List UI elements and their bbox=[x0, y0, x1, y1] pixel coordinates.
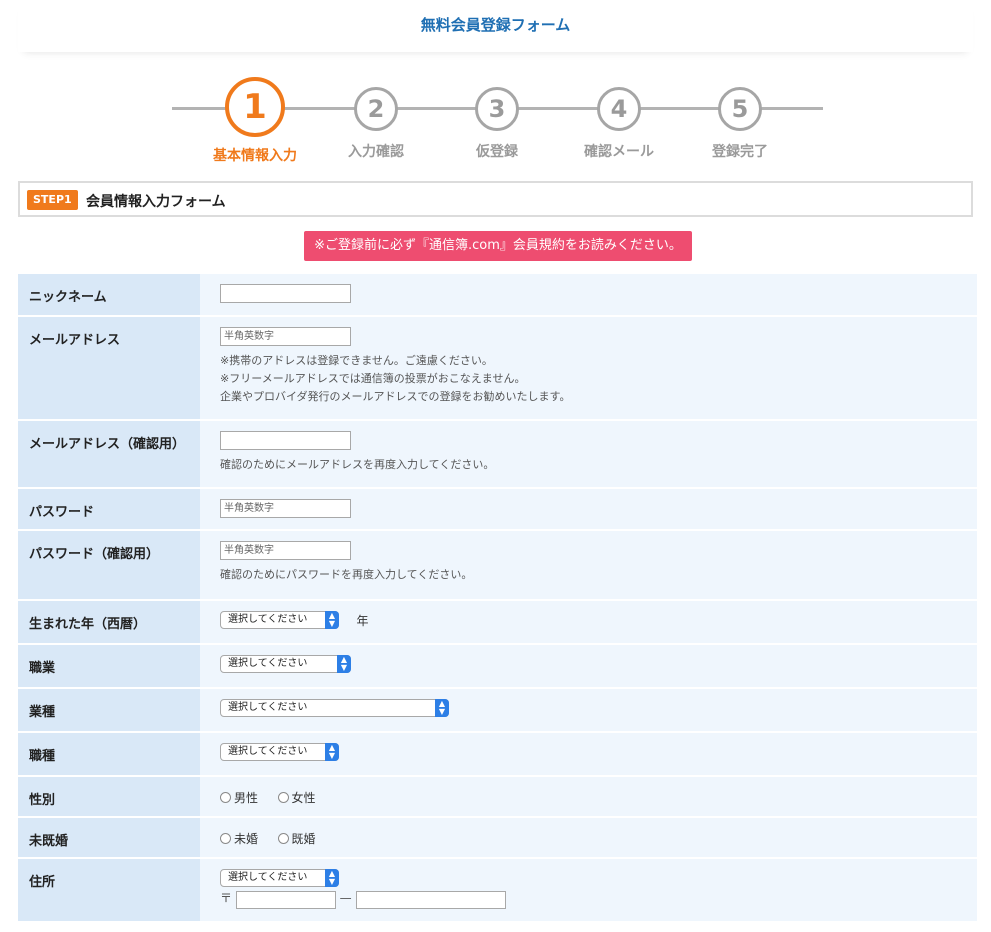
row-password: パスワード bbox=[18, 488, 977, 531]
row-email-confirm: メールアドレス（確認用） 確認のためにメールアドレスを再度入力してください。 bbox=[18, 420, 977, 489]
row-password-confirm: パスワード（確認用） 確認のためにパスワードを再度入力してください。 bbox=[18, 530, 977, 601]
job-type-select[interactable]: 選択してください ▲ ▼ bbox=[220, 743, 339, 761]
field-label: 性別 bbox=[18, 776, 200, 818]
step-number: 4 bbox=[597, 87, 641, 131]
progress-steps: 1 基本情報入力 2 入力確認 3 仮登録 4 確認メール 5 登録完了 bbox=[0, 70, 991, 170]
field-label: 業種 bbox=[18, 688, 200, 733]
select-arrows-icon: ▲ ▼ bbox=[325, 869, 339, 887]
step-number: 3 bbox=[475, 87, 519, 131]
postal-code-first-input[interactable] bbox=[235, 890, 336, 909]
marital-single-radio[interactable]: 未婚 bbox=[220, 830, 258, 847]
nickname-input[interactable] bbox=[220, 284, 351, 303]
field-label: 未既婚 bbox=[18, 817, 200, 859]
step-label: 確認メール bbox=[584, 144, 654, 160]
row-nickname: ニックネーム bbox=[18, 274, 977, 317]
field-label: ニックネーム bbox=[18, 274, 200, 317]
field-label: メールアドレス bbox=[18, 316, 200, 421]
radio-icon bbox=[220, 833, 231, 844]
form-section-title: 会員情報入力フォーム bbox=[86, 194, 226, 210]
prefecture-select[interactable]: 選択してください ▲ ▼ bbox=[220, 869, 339, 887]
year-suffix: 年 bbox=[356, 613, 369, 628]
row-gender: 性別 男性 女性 bbox=[18, 776, 977, 818]
row-email: メールアドレス ※携帯のアドレスは登録できません。ご遠慮ください。 ※フリーメー… bbox=[18, 316, 977, 421]
step-1: 1 基本情報入力 bbox=[195, 70, 315, 165]
step-5: 5 登録完了 bbox=[680, 70, 800, 161]
step-4: 4 確認メール bbox=[559, 70, 679, 161]
step-banner: STEP1 会員情報入力フォーム bbox=[18, 181, 973, 217]
password-confirm-input[interactable] bbox=[220, 541, 351, 560]
step-label: 仮登録 bbox=[476, 144, 518, 160]
field-label: 職業 bbox=[18, 644, 200, 689]
page-title: 無料会員登録フォーム bbox=[420, 16, 571, 34]
registration-form: ニックネーム メールアドレス ※携帯のアドレスは登録できません。ご遠慮ください。… bbox=[18, 274, 977, 923]
email-confirm-note: 確認のためにメールアドレスを再度入力してください。 bbox=[220, 458, 495, 471]
email-confirm-input[interactable] bbox=[220, 431, 351, 450]
email-notes: ※携帯のアドレスは登録できません。ご遠慮ください。 ※フリーメールアドレスでは通… bbox=[220, 354, 571, 403]
terms-notice-link[interactable]: ※ご登録前に必ず『通信簿.com』会員規約をお読みください。 bbox=[304, 231, 692, 261]
password-input[interactable] bbox=[220, 499, 351, 518]
field-label: 生まれた年（西暦） bbox=[18, 600, 200, 645]
radio-icon bbox=[277, 792, 289, 803]
page-header: 無料会員登録フォーム bbox=[18, 0, 973, 52]
row-address: 住所 選択してください ▲ ▼ 〒 — bbox=[18, 858, 977, 923]
row-occupation: 職業 選択してください ▲ ▼ bbox=[18, 644, 977, 689]
step-label: 基本情報入力 bbox=[213, 148, 297, 164]
occupation-select[interactable]: 選択してください ▲ ▼ bbox=[220, 655, 351, 673]
select-arrows-icon: ▲ ▼ bbox=[325, 743, 339, 761]
select-arrows-icon: ▲ ▼ bbox=[325, 611, 339, 629]
gender-male-radio[interactable]: 男性 bbox=[220, 789, 258, 806]
field-label: 住所 bbox=[18, 858, 200, 923]
radio-icon bbox=[220, 792, 231, 803]
postal-mark: 〒 bbox=[220, 891, 233, 905]
step-number: 2 bbox=[354, 87, 398, 131]
step-number: 1 bbox=[225, 77, 285, 137]
postal-code-group: 〒 — bbox=[220, 889, 977, 909]
step-2: 2 入力確認 bbox=[316, 70, 436, 161]
select-arrows-icon: ▲ ▼ bbox=[435, 699, 449, 717]
step-label: 登録完了 bbox=[712, 144, 768, 160]
field-label: パスワード（確認用） bbox=[18, 530, 200, 601]
field-label: パスワード bbox=[18, 488, 200, 531]
radio-icon bbox=[277, 833, 289, 844]
select-arrows-icon: ▲ ▼ bbox=[337, 655, 351, 673]
industry-select[interactable]: 選択してください ▲ ▼ bbox=[220, 699, 449, 717]
marital-married-radio[interactable]: 既婚 bbox=[277, 830, 316, 847]
password-confirm-note: 確認のためにパスワードを再度入力してください。 bbox=[220, 568, 473, 581]
step-badge: STEP1 bbox=[27, 190, 78, 210]
row-job-type: 職種 選択してください ▲ ▼ bbox=[18, 732, 977, 777]
row-industry: 業種 選択してください ▲ ▼ bbox=[18, 688, 977, 733]
step-number: 5 bbox=[718, 87, 762, 131]
postal-code-second-input[interactable] bbox=[355, 890, 506, 909]
field-label: メールアドレス（確認用） bbox=[18, 420, 200, 489]
row-marital: 未既婚 未婚 既婚 bbox=[18, 817, 977, 859]
field-label: 職種 bbox=[18, 732, 200, 777]
postal-dash: — bbox=[339, 891, 352, 905]
birth-year-select[interactable]: 選択してください ▲ ▼ bbox=[220, 611, 339, 629]
step-3: 3 仮登録 bbox=[437, 70, 557, 161]
gender-female-radio[interactable]: 女性 bbox=[277, 789, 316, 806]
row-birth-year: 生まれた年（西暦） 選択してください ▲ ▼ 年 bbox=[18, 600, 977, 645]
email-input[interactable] bbox=[220, 327, 351, 346]
step-label: 入力確認 bbox=[348, 144, 404, 160]
